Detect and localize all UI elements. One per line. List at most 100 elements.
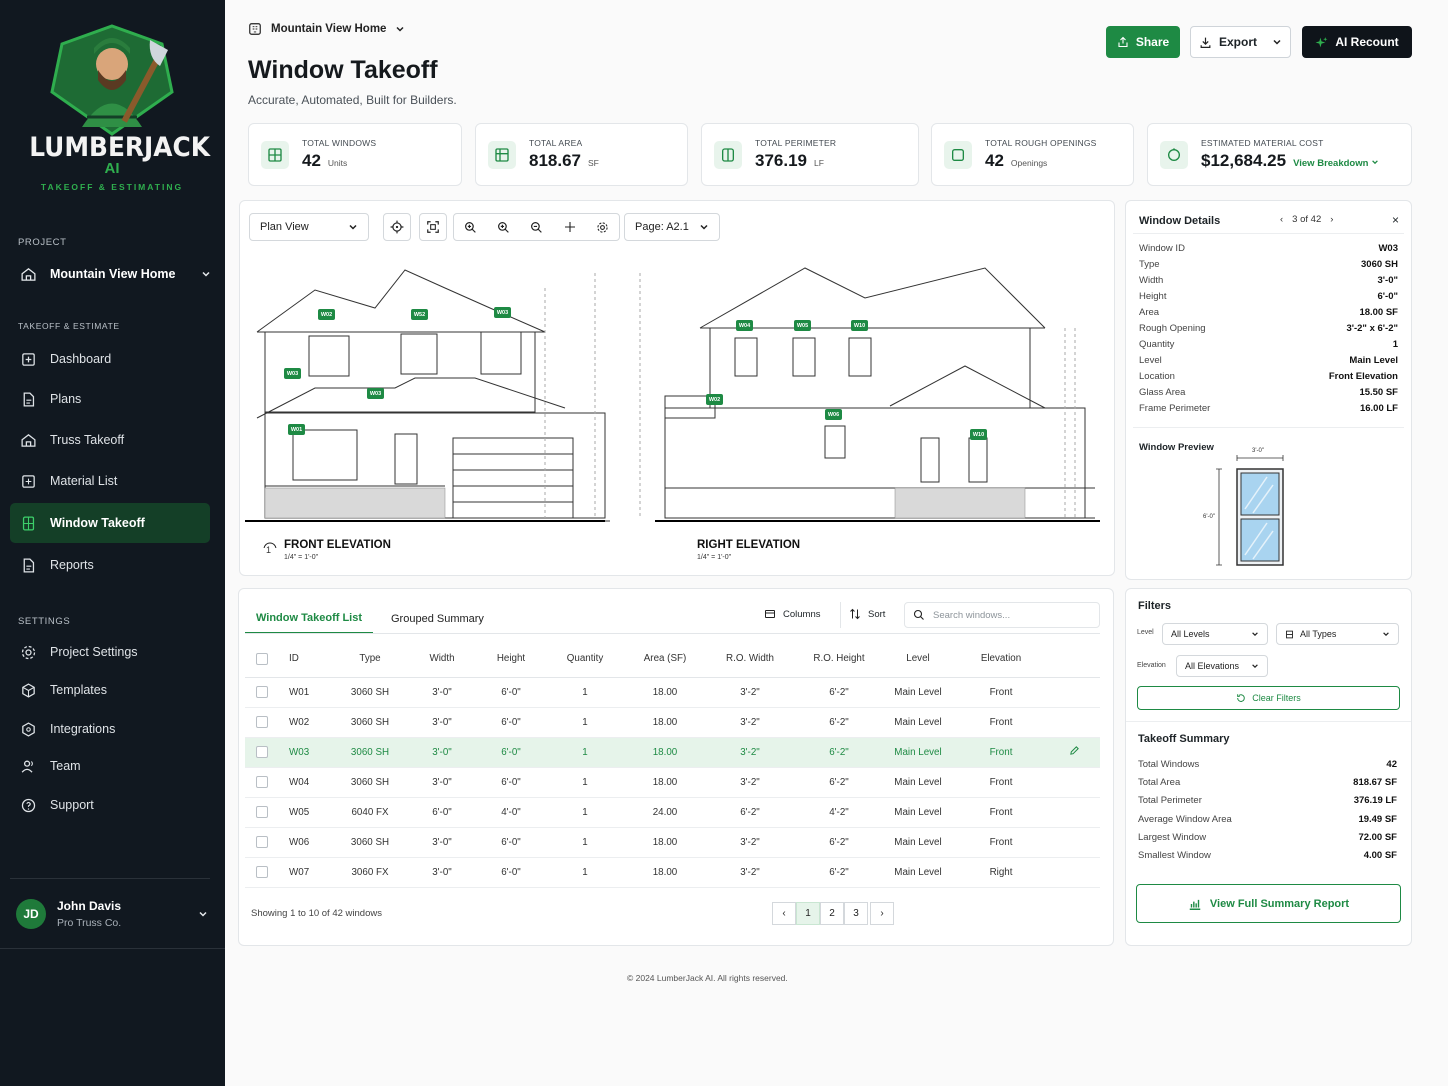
- row-checkbox[interactable]: [245, 677, 279, 708]
- row-checkbox[interactable]: [245, 797, 279, 828]
- nav-reports[interactable]: Reports: [10, 546, 210, 584]
- nav-material-list[interactable]: Material List: [10, 462, 210, 500]
- view-select[interactable]: Plan View: [249, 213, 369, 241]
- nav-integrations[interactable]: Integrations: [10, 710, 210, 748]
- brand-tagline: TAKEOFF & ESTIMATING: [40, 182, 184, 192]
- window-tag[interactable]: W03: [284, 368, 301, 379]
- nav-team[interactable]: Team: [10, 747, 210, 785]
- zoom-out-button[interactable]: [520, 214, 553, 240]
- window-tag[interactable]: W03: [367, 388, 384, 399]
- window-tag[interactable]: W02: [706, 394, 723, 405]
- table-row[interactable]: W05 6040 FX 6'-0" 4'-0" 1 24.00 6'-2" 4'-2" Main…: [245, 797, 1100, 828]
- sparkle-icon: [1315, 36, 1328, 47]
- breadcrumb[interactable]: Mountain View Home: [248, 22, 405, 36]
- table-row[interactable]: W06 3060 SH 3'-0" 6'-0" 1 18.00 3'-2" 6'-2" Main…: [245, 827, 1100, 858]
- brand-ai: AI: [104, 160, 120, 177]
- edit-icon[interactable]: [1069, 745, 1080, 756]
- table-cell: 6040 FX: [333, 797, 407, 828]
- col-level[interactable]: Level: [883, 641, 953, 678]
- ai-recount-button[interactable]: AI Recount: [1302, 26, 1412, 58]
- table-row[interactable]: W07 3060 FX 3'-0" 6'-0" 1 18.00 3'-2" 6'-2" Main…: [245, 857, 1100, 888]
- col-height[interactable]: Height: [477, 641, 545, 678]
- row-checkbox[interactable]: [245, 857, 279, 888]
- nav-project-settings[interactable]: Project Settings: [10, 633, 210, 671]
- table-cell: 3'-0": [407, 737, 477, 768]
- zoom-in-button[interactable]: [454, 214, 487, 240]
- project-switcher[interactable]: Mountain View Home: [10, 258, 215, 290]
- col-area[interactable]: Area (SF): [625, 641, 705, 678]
- table-row[interactable]: W04 3060 SH 3'-0" 6'-0" 1 18.00 3'-2" 6'-2" Main…: [245, 767, 1100, 798]
- pan-button[interactable]: [553, 214, 586, 240]
- table-cell: 1: [545, 857, 625, 888]
- search-input[interactable]: Search windows...: [904, 602, 1100, 628]
- view-breakdown-link[interactable]: View Breakdown: [1293, 158, 1379, 169]
- row-checkbox[interactable]: [245, 737, 279, 768]
- select-all-checkbox[interactable]: [245, 641, 279, 678]
- window-tag[interactable]: W05: [794, 320, 811, 331]
- table-row[interactable]: W03 3060 SH 3'-0" 6'-0" 1 18.00 3'-2" 6'-2" Main…: [245, 737, 1100, 768]
- col-quantity[interactable]: Quantity: [545, 641, 625, 678]
- window-tag[interactable]: W03: [494, 307, 511, 318]
- col-ro-width[interactable]: R.O. Width: [705, 641, 795, 678]
- prev-window-button[interactable]: ‹: [1280, 214, 1283, 225]
- table-row[interactable]: W01 3060 SH 3'-0" 6'-0" 1 18.00 3'-2" 6'-2" Main…: [245, 677, 1100, 708]
- settings-tool-button[interactable]: [586, 214, 619, 240]
- next-page-button[interactable]: ›: [870, 902, 894, 925]
- col-ro-height[interactable]: R.O. Height: [795, 641, 883, 678]
- page-3-button[interactable]: 3: [844, 902, 868, 925]
- nav-support[interactable]: Support: [10, 786, 210, 824]
- nav-truss-takeoff[interactable]: Truss Takeoff: [10, 421, 210, 459]
- sort-button[interactable]: Sort: [849, 608, 885, 620]
- tab-window-takeoff-list[interactable]: Window Takeoff List: [245, 604, 373, 634]
- table-cell: 1: [545, 677, 625, 708]
- level-filter-select[interactable]: All Levels: [1162, 623, 1268, 645]
- view-full-summary-button[interactable]: View Full Summary Report: [1136, 884, 1401, 923]
- level-value: All Levels: [1171, 629, 1210, 639]
- target-tool-button[interactable]: [383, 213, 411, 241]
- col-elevation[interactable]: Elevation: [953, 641, 1049, 678]
- table-row[interactable]: W02 3060 SH 3'-0" 6'-0" 1 18.00 3'-2" 6'-2" Main…: [245, 707, 1100, 738]
- plans-icon: [23, 391, 35, 407]
- summary-row: Total Windows 42: [1138, 759, 1397, 770]
- row-checkbox[interactable]: [245, 707, 279, 738]
- col-id[interactable]: ID: [279, 641, 333, 678]
- window-tag[interactable]: W52: [411, 309, 428, 320]
- summary-row: Average Window Area 19.49 SF: [1138, 814, 1397, 825]
- tab-grouped-summary[interactable]: Grouped Summary: [391, 604, 484, 634]
- share-button[interactable]: Share: [1106, 26, 1180, 58]
- clear-filters-button[interactable]: Clear Filters: [1137, 686, 1400, 710]
- row-actions: [1049, 707, 1100, 738]
- window-tag[interactable]: W02: [318, 309, 335, 320]
- type-filter-select[interactable]: All Types: [1276, 623, 1399, 645]
- col-width[interactable]: Width: [407, 641, 477, 678]
- elevation-filter-select[interactable]: All Elevations: [1176, 655, 1268, 677]
- nav-dashboard[interactable]: Dashboard: [10, 340, 210, 378]
- export-button[interactable]: Export: [1190, 26, 1291, 58]
- window-tag[interactable]: W01: [288, 424, 305, 435]
- user-menu[interactable]: JD John Davis Pro Truss Co.: [10, 878, 210, 948]
- zoom-in-icon: [498, 221, 509, 233]
- table-cell: 18.00: [625, 677, 705, 708]
- window-tag[interactable]: W10: [970, 429, 987, 440]
- brand-wordmark: LUMBERJACK: [29, 132, 211, 163]
- nav-templates[interactable]: Templates: [10, 671, 210, 709]
- columns-label: Columns: [783, 608, 821, 620]
- nav-window-takeoff[interactable]: Window Takeoff: [10, 503, 210, 543]
- row-checkbox[interactable]: [245, 827, 279, 858]
- window-tag[interactable]: W10: [851, 320, 868, 331]
- window-tag[interactable]: W04: [736, 320, 753, 331]
- nav-plans[interactable]: Plans: [10, 380, 210, 418]
- page-1-button[interactable]: 1: [796, 902, 820, 925]
- row-checkbox[interactable]: [245, 767, 279, 798]
- col-type[interactable]: Type: [333, 641, 407, 678]
- fit-tool-button[interactable]: [419, 213, 447, 241]
- next-window-button[interactable]: ›: [1330, 214, 1333, 225]
- detail-row: Level Main Level: [1139, 355, 1398, 366]
- zoom-in-button-2[interactable]: [487, 214, 520, 240]
- close-icon[interactable]: ×: [1392, 213, 1399, 227]
- prev-page-button[interactable]: ‹: [772, 902, 796, 925]
- window-tag[interactable]: W06: [825, 409, 842, 420]
- page-select[interactable]: Page: A2.1: [624, 213, 720, 241]
- columns-button[interactable]: Columns: [764, 608, 821, 620]
- page-2-button[interactable]: 2: [820, 902, 844, 925]
